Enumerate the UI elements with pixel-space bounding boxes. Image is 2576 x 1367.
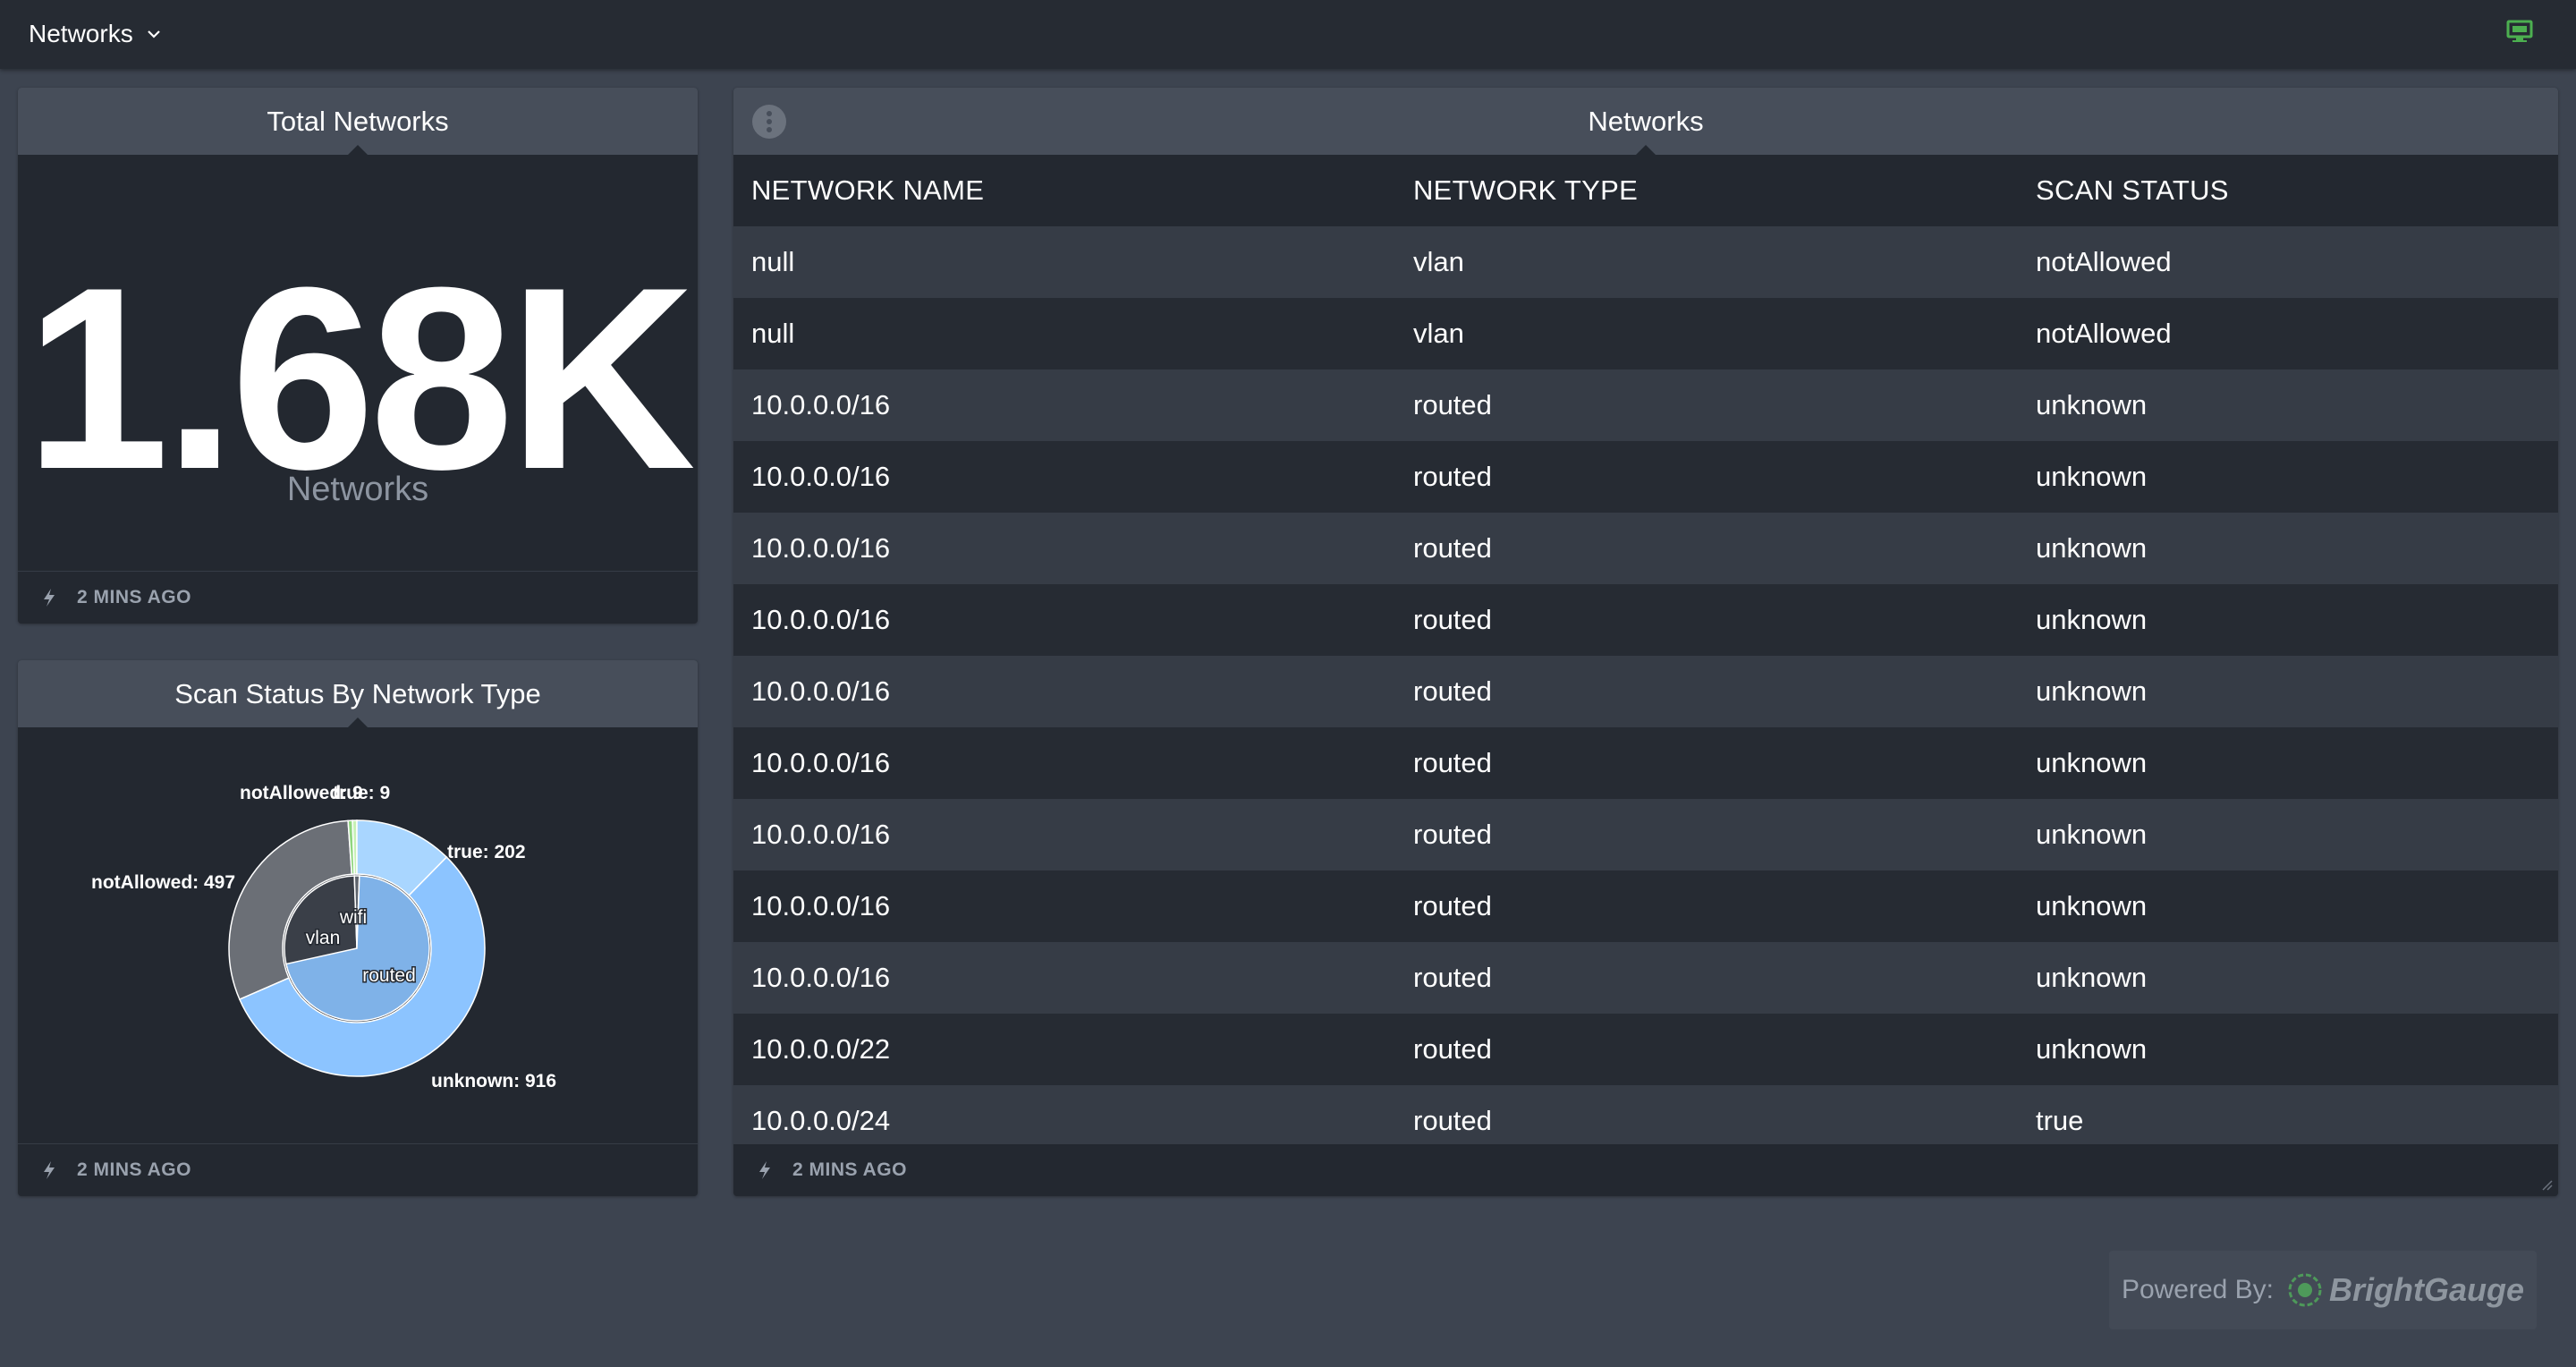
table-row[interactable]: 10.0.0.0/16 routed unknown — [733, 870, 2558, 942]
network-type-cell: routed — [1395, 1014, 2018, 1085]
dashboard-title: Networks — [29, 20, 133, 47]
table-row[interactable]: null vlan notAllowed — [733, 226, 2558, 298]
network-type-cell: routed — [1395, 870, 2018, 942]
network-name-cell: 10.0.0.0/16 — [733, 656, 1395, 727]
networks-table: NETWORK NAME NETWORK TYPE SCAN STATUS nu… — [733, 155, 2558, 1144]
column-header[interactable]: SCAN STATUS — [2018, 155, 2558, 226]
more-options-icon[interactable] — [751, 104, 787, 140]
scan-status-cell: unknown — [2018, 727, 2558, 799]
powered-by-label: Powered By: — [2121, 1275, 2275, 1304]
top-bar: Networks — [0, 0, 2576, 69]
scan-status-panel: Scan Status By Network Type vlan wifi rout… — [18, 660, 698, 1196]
scan-status-cell: unknown — [2018, 870, 2558, 942]
table-row[interactable]: 10.0.0.0/16 routed unknown — [733, 656, 2558, 727]
column-header[interactable]: NETWORK NAME — [733, 155, 1395, 226]
table-row[interactable]: 10.0.0.0/22 routed unknown — [733, 1014, 2558, 1085]
network-type-cell: routed — [1395, 656, 2018, 727]
resize-handle-icon[interactable] — [2540, 1178, 2553, 1191]
network-name-cell: 10.0.0.0/22 — [733, 1014, 1395, 1085]
total-value: 1.68K — [25, 233, 696, 523]
network-name-cell: 10.0.0.0/24 — [733, 1085, 1395, 1144]
monitor-icon[interactable] — [2506, 20, 2533, 43]
table-scroll-area[interactable]: NETWORK NAME NETWORK TYPE SCAN STATUS nu… — [733, 155, 2558, 1144]
network-name-cell: 10.0.0.0/16 — [733, 584, 1395, 656]
chevron-down-icon — [147, 30, 160, 38]
total-label: Networks — [286, 471, 429, 508]
networks-table-panel: Networks NETWORK NAME NETWORK TYPE SCAN … — [733, 88, 2558, 1196]
network-name-cell: 10.0.0.0/16 — [733, 727, 1395, 799]
table-header-row: NETWORK NAME NETWORK TYPE SCAN STATUS — [733, 155, 2558, 226]
header-notch — [347, 145, 369, 156]
table-row[interactable]: null vlan notAllowed — [733, 298, 2558, 369]
scan-status-cell: unknown — [2018, 656, 2558, 727]
scan-status-cell: unknown — [2018, 369, 2558, 441]
inner-label-routed: routed — [362, 965, 416, 986]
scan-status-cell: notAllowed — [2018, 226, 2558, 298]
bolt-icon — [759, 1161, 770, 1179]
network-name-cell: 10.0.0.0/16 — [733, 513, 1395, 584]
scan-status-cell: unknown — [2018, 584, 2558, 656]
brand-logo: BrightGauge — [2288, 1271, 2524, 1309]
network-type-cell: routed — [1395, 799, 2018, 870]
panel-header: Total Networks — [18, 88, 698, 156]
scan-status-cell: unknown — [2018, 1014, 2558, 1085]
brightgauge-logo-icon — [2288, 1273, 2322, 1307]
panel-footer: 2 MINS AGO — [18, 571, 698, 624]
table-row[interactable]: 10.0.0.0/16 routed unknown — [733, 942, 2558, 1014]
network-type-cell: routed — [1395, 727, 2018, 799]
network-type-cell: routed — [1395, 441, 2018, 513]
scan-status-cell: unknown — [2018, 942, 2558, 1014]
network-type-cell: routed — [1395, 942, 2018, 1014]
inner-label-vlan: vlan — [306, 928, 341, 948]
panel-title: Scan Status By Network Type — [174, 677, 541, 709]
brand-name: BrightGauge — [2329, 1271, 2525, 1308]
network-type-cell: vlan — [1395, 226, 2018, 298]
network-name-cell: 10.0.0.0/16 — [733, 799, 1395, 870]
powered-by-badge[interactable]: Powered By: BrightGauge — [2109, 1251, 2537, 1329]
panel-footer: 2 MINS AGO — [733, 1143, 2558, 1196]
updated-time: 2 MINS AGO — [77, 1159, 191, 1180]
dashboard-selector[interactable]: Networks — [29, 16, 162, 52]
scan-status-cell: true — [2018, 1085, 2558, 1144]
network-type-cell: routed — [1395, 1085, 2018, 1144]
network-type-cell: routed — [1395, 584, 2018, 656]
scan-status-cell: unknown — [2018, 513, 2558, 584]
outer-label-notAllowed: notAllowed: 497 — [91, 872, 235, 893]
scan-status-cell: unknown — [2018, 799, 2558, 870]
updated-time: 2 MINS AGO — [77, 587, 191, 607]
network-name-cell: null — [733, 298, 1395, 369]
outer-label-true: true: 9 — [333, 783, 390, 803]
panel-header: Networks — [733, 88, 2558, 156]
table-row[interactable]: 10.0.0.0/16 routed unknown — [733, 799, 2558, 870]
network-name-cell: 10.0.0.0/16 — [733, 942, 1395, 1014]
updated-time: 2 MINS AGO — [792, 1159, 907, 1180]
network-name-cell: 10.0.0.0/16 — [733, 369, 1395, 441]
scan-status-cell: unknown — [2018, 441, 2558, 513]
inner-label-wifi: wifi — [339, 907, 367, 928]
table-row[interactable]: 10.0.0.0/16 routed unknown — [733, 584, 2558, 656]
table-row[interactable]: 10.0.0.0/16 routed unknown — [733, 513, 2558, 584]
bolt-icon — [44, 589, 55, 607]
outer-label-true: true: 202 — [447, 842, 526, 862]
network-type-cell: routed — [1395, 369, 2018, 441]
panel-header: Scan Status By Network Type — [18, 660, 698, 728]
network-name-cell: 10.0.0.0/16 — [733, 441, 1395, 513]
scan-status-cell: notAllowed — [2018, 298, 2558, 369]
table-row[interactable]: 10.0.0.0/16 routed unknown — [733, 369, 2558, 441]
table-row[interactable]: 10.0.0.0/24 routed true — [733, 1085, 2558, 1144]
table-row[interactable]: 10.0.0.0/16 routed unknown — [733, 441, 2558, 513]
table-row[interactable]: 10.0.0.0/16 routed unknown — [733, 727, 2558, 799]
bolt-icon — [44, 1161, 55, 1179]
network-type-cell: vlan — [1395, 298, 2018, 369]
panel-footer: 2 MINS AGO — [18, 1143, 698, 1196]
panel-title: Networks — [1588, 105, 1704, 137]
network-type-cell: routed — [1395, 513, 2018, 584]
network-name-cell: null — [733, 226, 1395, 298]
scan-status-chart[interactable]: vlanwifiroutednotAllowed: 497notAllowed:… — [18, 727, 698, 1144]
outer-label-unknown: unknown: 916 — [431, 1071, 556, 1091]
network-name-cell: 10.0.0.0/16 — [733, 870, 1395, 942]
total-networks-panel: Total Networks 1.68K Networks 2 MINS AGO — [18, 88, 698, 624]
column-header[interactable]: NETWORK TYPE — [1395, 155, 2018, 226]
panel-title: Total Networks — [267, 105, 449, 137]
